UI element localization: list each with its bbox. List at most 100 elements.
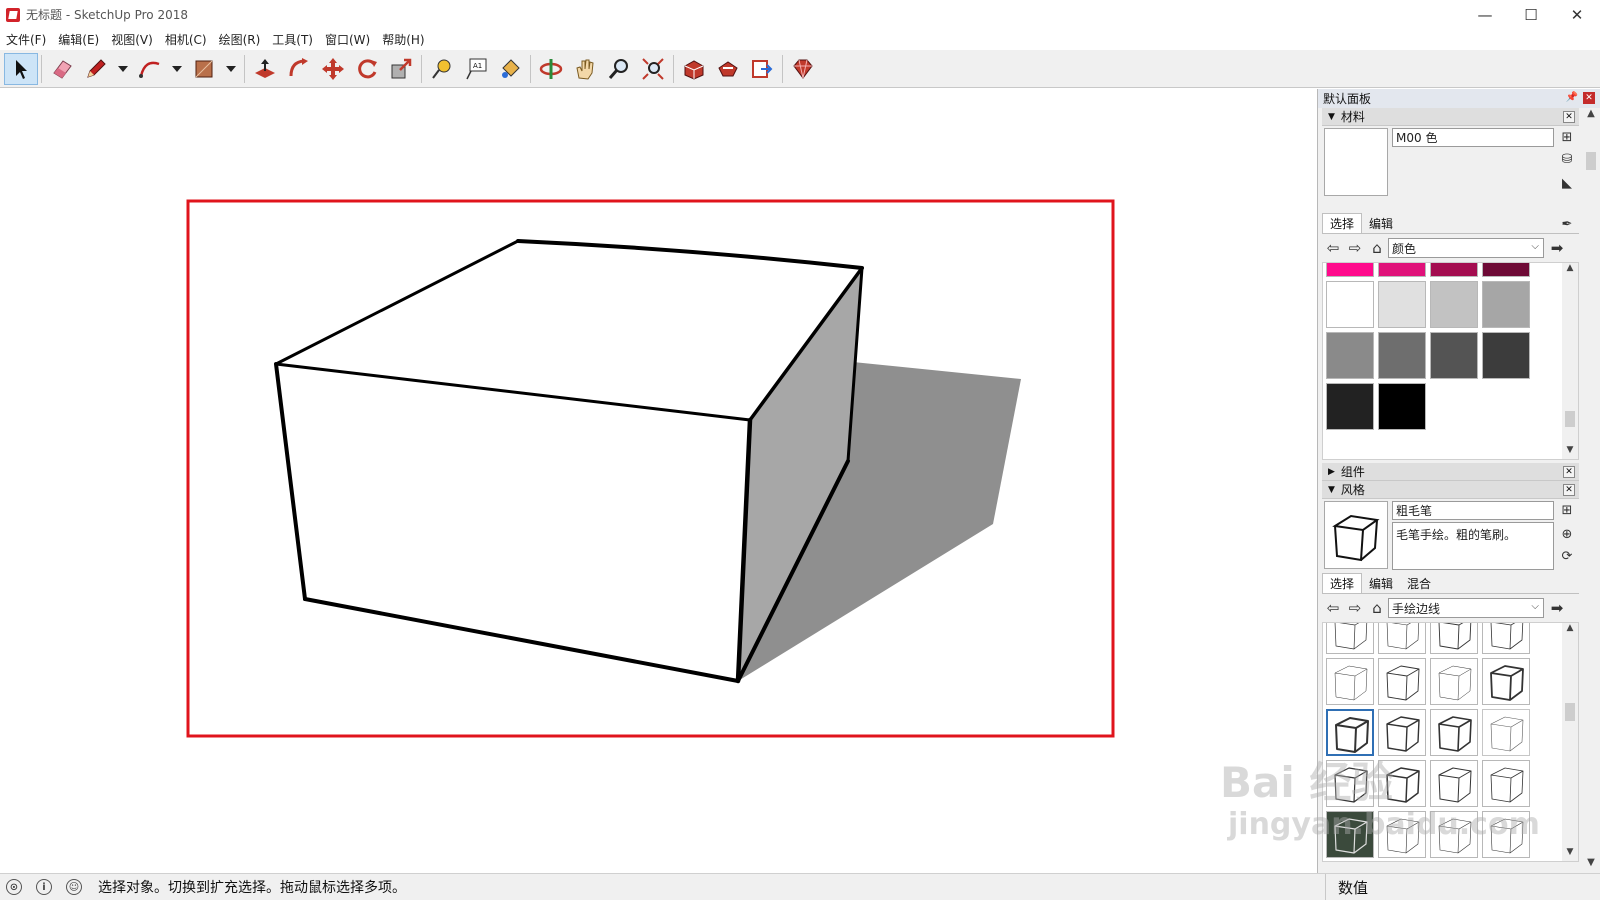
eraser-tool-button[interactable] bbox=[45, 53, 79, 85]
color-swatch[interactable] bbox=[1326, 332, 1374, 379]
color-swatch[interactable] bbox=[1378, 383, 1426, 430]
warehouse-button[interactable] bbox=[677, 53, 711, 85]
tab-styles-select[interactable]: 选择 bbox=[1322, 573, 1363, 593]
home-icon[interactable]: ⌂ bbox=[1366, 597, 1388, 619]
materials-close-button[interactable]: ✕ bbox=[1563, 111, 1575, 123]
material-library-select[interactable]: 颜色 ⌵ bbox=[1388, 238, 1544, 258]
pin-icon[interactable]: 📌 bbox=[1566, 92, 1578, 103]
eyedropper-icon[interactable]: ✒ bbox=[1558, 215, 1576, 233]
maximize-button[interactable]: ☐ bbox=[1508, 0, 1554, 29]
color-swatch[interactable] bbox=[1378, 332, 1426, 379]
forward-icon[interactable]: ⇨ bbox=[1344, 597, 1366, 619]
color-swatch[interactable] bbox=[1378, 281, 1426, 328]
select-tool-button[interactable] bbox=[4, 52, 38, 85]
color-swatch[interactable] bbox=[1378, 263, 1426, 277]
style-thumbnail-item[interactable] bbox=[1430, 760, 1478, 807]
color-swatch[interactable] bbox=[1430, 281, 1478, 328]
close-button[interactable]: ✕ bbox=[1554, 0, 1600, 29]
zoom-tool-button[interactable] bbox=[602, 53, 636, 85]
style-description-field[interactable]: 毛笔手绘。粗的笔刷。 bbox=[1392, 522, 1554, 570]
pencil-tool-button[interactable] bbox=[79, 53, 113, 85]
scroll-thumb[interactable] bbox=[1565, 411, 1575, 427]
style-name-field[interactable]: 粗毛笔 bbox=[1392, 501, 1554, 520]
menu-help[interactable]: 帮助(H) bbox=[376, 31, 430, 48]
color-swatch[interactable] bbox=[1430, 263, 1478, 277]
materials-section-header[interactable]: ▼ 材料 ✕ bbox=[1322, 108, 1579, 126]
color-swatch[interactable] bbox=[1326, 281, 1374, 328]
tray-scroll-thumb[interactable] bbox=[1586, 152, 1596, 170]
color-swatch[interactable] bbox=[1430, 332, 1478, 379]
paint-bucket-icon[interactable]: ⛁ bbox=[1558, 150, 1576, 168]
tray-scrollbar[interactable]: ▲ ▼ bbox=[1582, 108, 1600, 873]
scroll-down-icon[interactable]: ▼ bbox=[1562, 847, 1578, 861]
tape-measure-tool-button[interactable] bbox=[425, 53, 459, 85]
style-thumbnail-item[interactable] bbox=[1482, 623, 1530, 654]
tray-close-button[interactable]: ✕ bbox=[1583, 92, 1595, 104]
components-section-header[interactable]: ▶ 组件 ✕ bbox=[1322, 463, 1579, 481]
ruby-console-button[interactable] bbox=[786, 53, 820, 85]
color-swatch[interactable] bbox=[1482, 332, 1530, 379]
menu-draw[interactable]: 绘图(R) bbox=[213, 31, 267, 48]
credits-icon[interactable]: i bbox=[36, 879, 52, 895]
menu-view[interactable]: 视图(V) bbox=[105, 31, 159, 48]
scroll-down-icon[interactable]: ▼ bbox=[1562, 445, 1578, 459]
update-style-icon[interactable]: ⊞ bbox=[1558, 501, 1576, 519]
drawing-canvas[interactable] bbox=[0, 89, 1317, 872]
follow-me-tool-button[interactable] bbox=[282, 53, 316, 85]
rectangle-tool-button[interactable] bbox=[187, 53, 221, 85]
color-swatch[interactable] bbox=[1326, 383, 1374, 430]
geolocation-icon[interactable]: ⊙ bbox=[6, 879, 22, 895]
details-arrow-icon[interactable]: ➡ bbox=[1546, 237, 1568, 259]
style-thumbnail-item[interactable] bbox=[1482, 760, 1530, 807]
refresh-icon[interactable]: ⟳ bbox=[1558, 547, 1576, 565]
details-arrow-icon[interactable]: ➡ bbox=[1546, 597, 1568, 619]
text-tool-button[interactable]: A1 bbox=[459, 53, 493, 85]
menu-edit[interactable]: 编辑(E) bbox=[52, 31, 105, 48]
forward-icon[interactable]: ⇨ bbox=[1344, 237, 1366, 259]
style-grid-scrollbar[interactable]: ▲ ▼ bbox=[1562, 623, 1578, 861]
arc-dropdown[interactable] bbox=[167, 53, 187, 85]
color-swatch[interactable] bbox=[1482, 281, 1530, 328]
tab-styles-edit[interactable]: 编辑 bbox=[1362, 574, 1400, 593]
minimize-button[interactable]: — bbox=[1462, 0, 1508, 29]
tab-materials-edit[interactable]: 编辑 bbox=[1362, 214, 1400, 233]
arc-tool-button[interactable] bbox=[133, 53, 167, 85]
color-swatch[interactable] bbox=[1326, 263, 1374, 277]
tab-materials-select[interactable]: 选择 bbox=[1322, 213, 1363, 233]
tab-styles-mix[interactable]: 混合 bbox=[1400, 574, 1438, 593]
style-thumbnail-item[interactable] bbox=[1326, 658, 1374, 705]
scroll-up-icon[interactable]: ▲ bbox=[1562, 263, 1578, 277]
style-thumbnail-item[interactable] bbox=[1430, 709, 1478, 756]
rotate-tool-button[interactable] bbox=[350, 53, 384, 85]
back-icon[interactable]: ⇦ bbox=[1322, 597, 1344, 619]
color-swatch[interactable] bbox=[1482, 263, 1530, 277]
line-dropdown[interactable] bbox=[113, 53, 133, 85]
style-thumbnail-item[interactable] bbox=[1378, 623, 1426, 654]
model-viewport[interactable] bbox=[0, 89, 1317, 872]
extension-warehouse-button[interactable] bbox=[711, 53, 745, 85]
menu-camera[interactable]: 相机(C) bbox=[159, 31, 213, 48]
shape-dropdown[interactable] bbox=[221, 53, 241, 85]
menu-tools[interactable]: 工具(T) bbox=[266, 31, 319, 48]
style-thumbnail-item[interactable] bbox=[1430, 623, 1478, 654]
scroll-up-icon[interactable]: ▲ bbox=[1582, 108, 1600, 124]
style-thumbnail-item[interactable] bbox=[1482, 658, 1530, 705]
default-material-icon[interactable]: ◣ bbox=[1558, 174, 1576, 192]
home-icon[interactable]: ⌂ bbox=[1366, 237, 1388, 259]
scroll-thumb[interactable] bbox=[1565, 703, 1575, 721]
push-pull-tool-button[interactable] bbox=[248, 53, 282, 85]
user-account-icon[interactable]: ☺ bbox=[66, 879, 82, 895]
create-style-icon[interactable]: ⊕ bbox=[1558, 525, 1576, 543]
menu-window[interactable]: 窗口(W) bbox=[319, 31, 376, 48]
paint-bucket-tool-button[interactable] bbox=[493, 53, 527, 85]
back-icon[interactable]: ⇦ bbox=[1322, 237, 1344, 259]
zoom-extents-tool-button[interactable] bbox=[636, 53, 670, 85]
style-thumbnail-item[interactable] bbox=[1430, 658, 1478, 705]
scroll-down-icon[interactable]: ▼ bbox=[1582, 857, 1600, 873]
scale-tool-button[interactable] bbox=[384, 53, 418, 85]
style-thumbnail-item[interactable] bbox=[1378, 658, 1426, 705]
styles-close-button[interactable]: ✕ bbox=[1563, 484, 1575, 496]
components-close-button[interactable]: ✕ bbox=[1563, 466, 1575, 478]
pan-tool-button[interactable] bbox=[568, 53, 602, 85]
measurements-box[interactable]: 数值 bbox=[1325, 874, 1368, 900]
